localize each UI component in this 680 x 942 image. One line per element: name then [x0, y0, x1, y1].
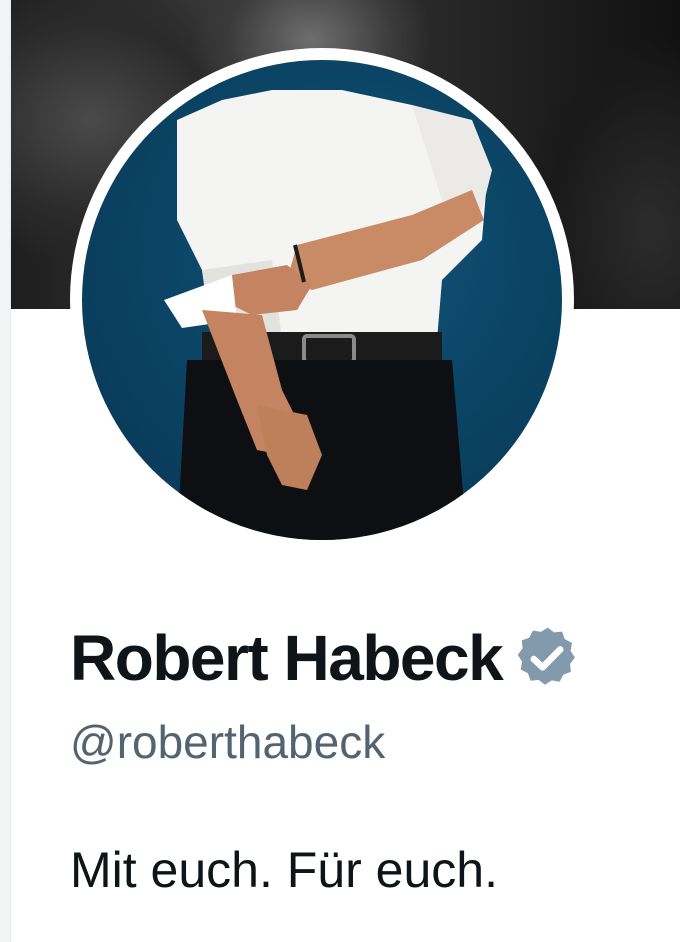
left-divider — [0, 0, 11, 942]
profile-page: Robert Habeck @roberthabeck Mit euch. Fü… — [0, 0, 680, 942]
profile-name-row: Robert Habeck — [70, 618, 580, 698]
verified-badge-icon[interactable] — [514, 625, 580, 691]
profile-avatar[interactable] — [82, 60, 562, 540]
avatar-photo-illustration — [164, 90, 492, 540]
profile-handle: @roberthabeck — [70, 716, 386, 768]
profile-display-name: Robert Habeck — [70, 622, 504, 694]
profile-bio: Mit euch. Für euch. — [70, 842, 498, 898]
